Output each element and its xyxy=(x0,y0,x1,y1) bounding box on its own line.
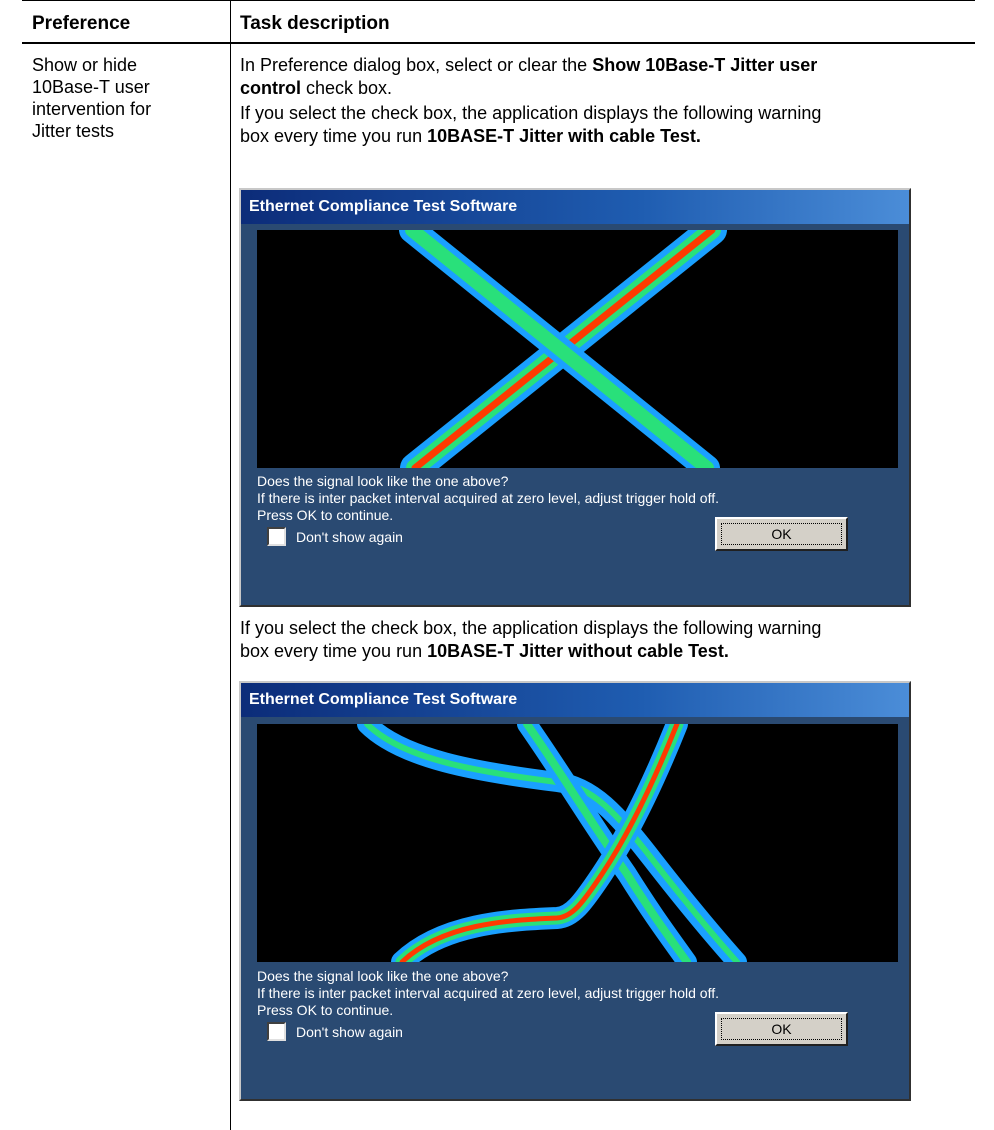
preference-line: intervention for xyxy=(32,99,152,119)
header-divider xyxy=(22,42,975,44)
column-divider xyxy=(230,0,231,1130)
dont-show-again-checkbox[interactable] xyxy=(267,527,286,546)
eye-diagram-display xyxy=(257,230,898,468)
setting-name: Show 10Base-T Jitter user xyxy=(592,55,818,75)
dialog-title-bar[interactable]: Ethernet Compliance Test Software xyxy=(241,683,909,717)
table-top-rule xyxy=(22,0,975,1)
ok-button[interactable]: OK xyxy=(715,517,848,551)
dont-show-again-label[interactable]: Don't show again xyxy=(296,1023,403,1041)
task-paragraph-3: If you select the check box, the applica… xyxy=(240,618,822,661)
test-name: 10BASE-T Jitter with cable Test. xyxy=(427,126,701,146)
column-header-preference: Preference xyxy=(32,13,131,34)
preference-line: Jitter tests xyxy=(32,121,115,141)
task-paragraph-2: If you select the check box, the applica… xyxy=(240,103,822,146)
preference-line: Show or hide xyxy=(32,55,138,75)
preference-cell: Show or hide 10Base-T user intervention … xyxy=(32,54,222,142)
dont-show-again-label[interactable]: Don't show again xyxy=(296,528,403,546)
warning-dialog-with-cable: Ethernet Compliance Test Software Does t… xyxy=(239,188,911,607)
column-header-task: Task description xyxy=(240,13,390,34)
ok-button[interactable]: OK xyxy=(715,1012,848,1046)
eye-diagram-display xyxy=(257,724,898,962)
test-name: 10BASE-T Jitter without cable Test. xyxy=(427,641,729,661)
setting-name: control xyxy=(240,78,301,98)
preference-line: 10Base-T user xyxy=(32,77,150,97)
dont-show-again-checkbox[interactable] xyxy=(267,1022,286,1041)
task-paragraph-1: In Preference dialog box, select or clea… xyxy=(240,55,818,98)
dialog-title-bar[interactable]: Ethernet Compliance Test Software xyxy=(241,190,909,224)
warning-dialog-without-cable: Ethernet Compliance Test Software Does t… xyxy=(239,681,911,1101)
